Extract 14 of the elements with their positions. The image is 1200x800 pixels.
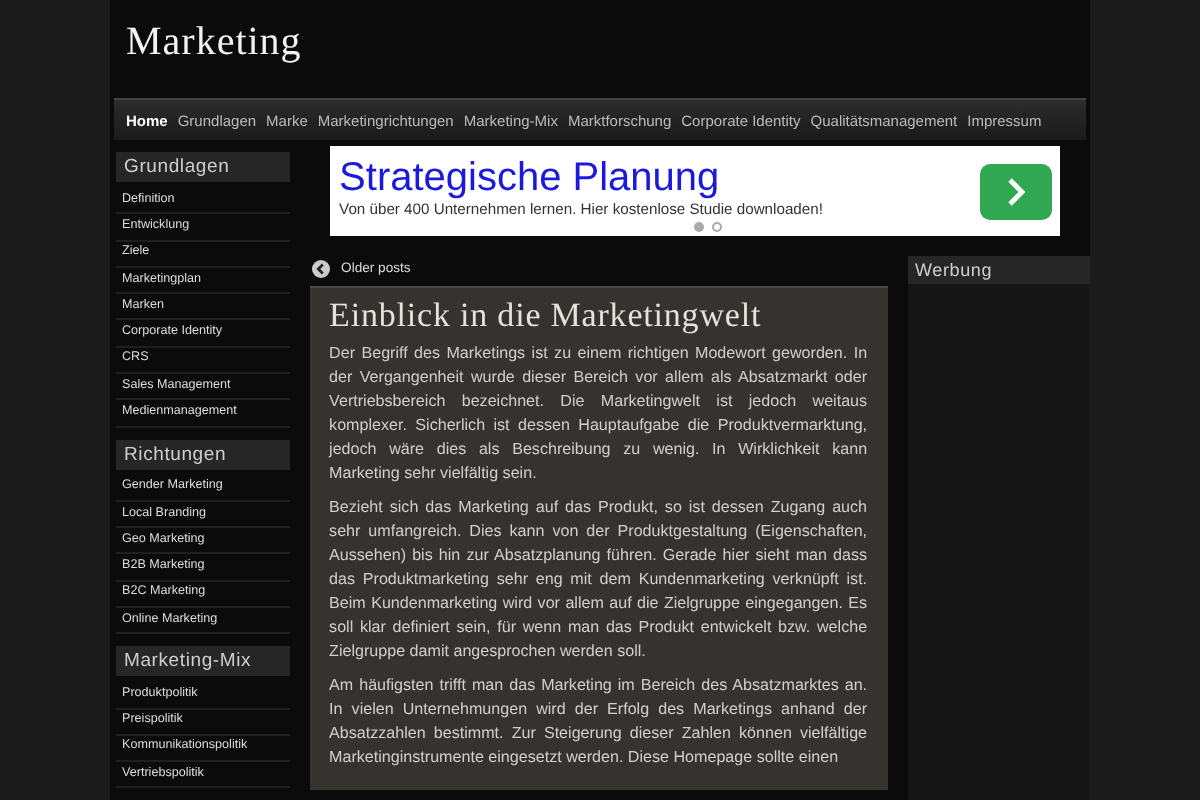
- sidebar-heading: Grundlagen: [116, 152, 290, 182]
- sidebar-heading: Marketing-Mix: [116, 646, 290, 677]
- ad-next-button[interactable]: [979, 163, 1052, 219]
- post-paragraph: Am häufigsten trifft man das Marketing im Bereich des Absatzmarktes an. In vielen Unternehmungen wird der Erfolg des Marketings anhand der Absatzzahlen bestimmt. Zur Steigerung dieser Zahlen können vielfältige Marketinginstrumente eingesetzt werden. Diese Homepage sollte einen: [329, 674, 868, 770]
- post-paragraph: Der Begriff des Marketings ist zu einem richtigen Modewort geworden. In der Vergangenheit wurde dieser Bereich vor allem als Absatzmarkt oder Vertriebsbereich bezeichnet. Die Marketingwelt ist jedoch weitaus komplexer. Sicherlich ist dessen Hauptaufgabe die Produktvermarktung, jedoch wäre dies als Beschreibung zu wenig. In Wirklichkeit kann Marketing sehr vielfältig sein.: [329, 342, 868, 486]
- slide-dot[interactable]: [712, 222, 723, 232]
- ad-headline[interactable]: Strategische Planung: [339, 156, 980, 200]
- chevron-right-icon: [1005, 177, 1026, 205]
- slide-dot[interactable]: [694, 222, 705, 232]
- post-title[interactable]: Einblick in die Marketingwelt: [329, 296, 868, 336]
- site-title[interactable]: Marketing: [126, 20, 1090, 66]
- sidebar-heading: Richtungen: [116, 439, 290, 470]
- widget-heading: Werbung: [907, 256, 1090, 284]
- post-paragraph: Bezieht sich das Marketing auf das Produkt, so ist dessen Zugang auch sehr umfangreich. Dies kann von der Produktgestaltung (Eigenschaften, Aussehen) bis hin zur Absatzplanung führen. Gerade hier sieht man dass das Produktmarketing sehr eng mit dem Kundenmarketing verknüpft ist. Beim Kundenmarketing wird vor allem auf die Zielgruppe eingegangen. Es soll klar definiert sein, für wenn man das Produkt entwickelt bzw. welche Zielgruppe damit angesprochen werden soll.: [329, 496, 868, 664]
